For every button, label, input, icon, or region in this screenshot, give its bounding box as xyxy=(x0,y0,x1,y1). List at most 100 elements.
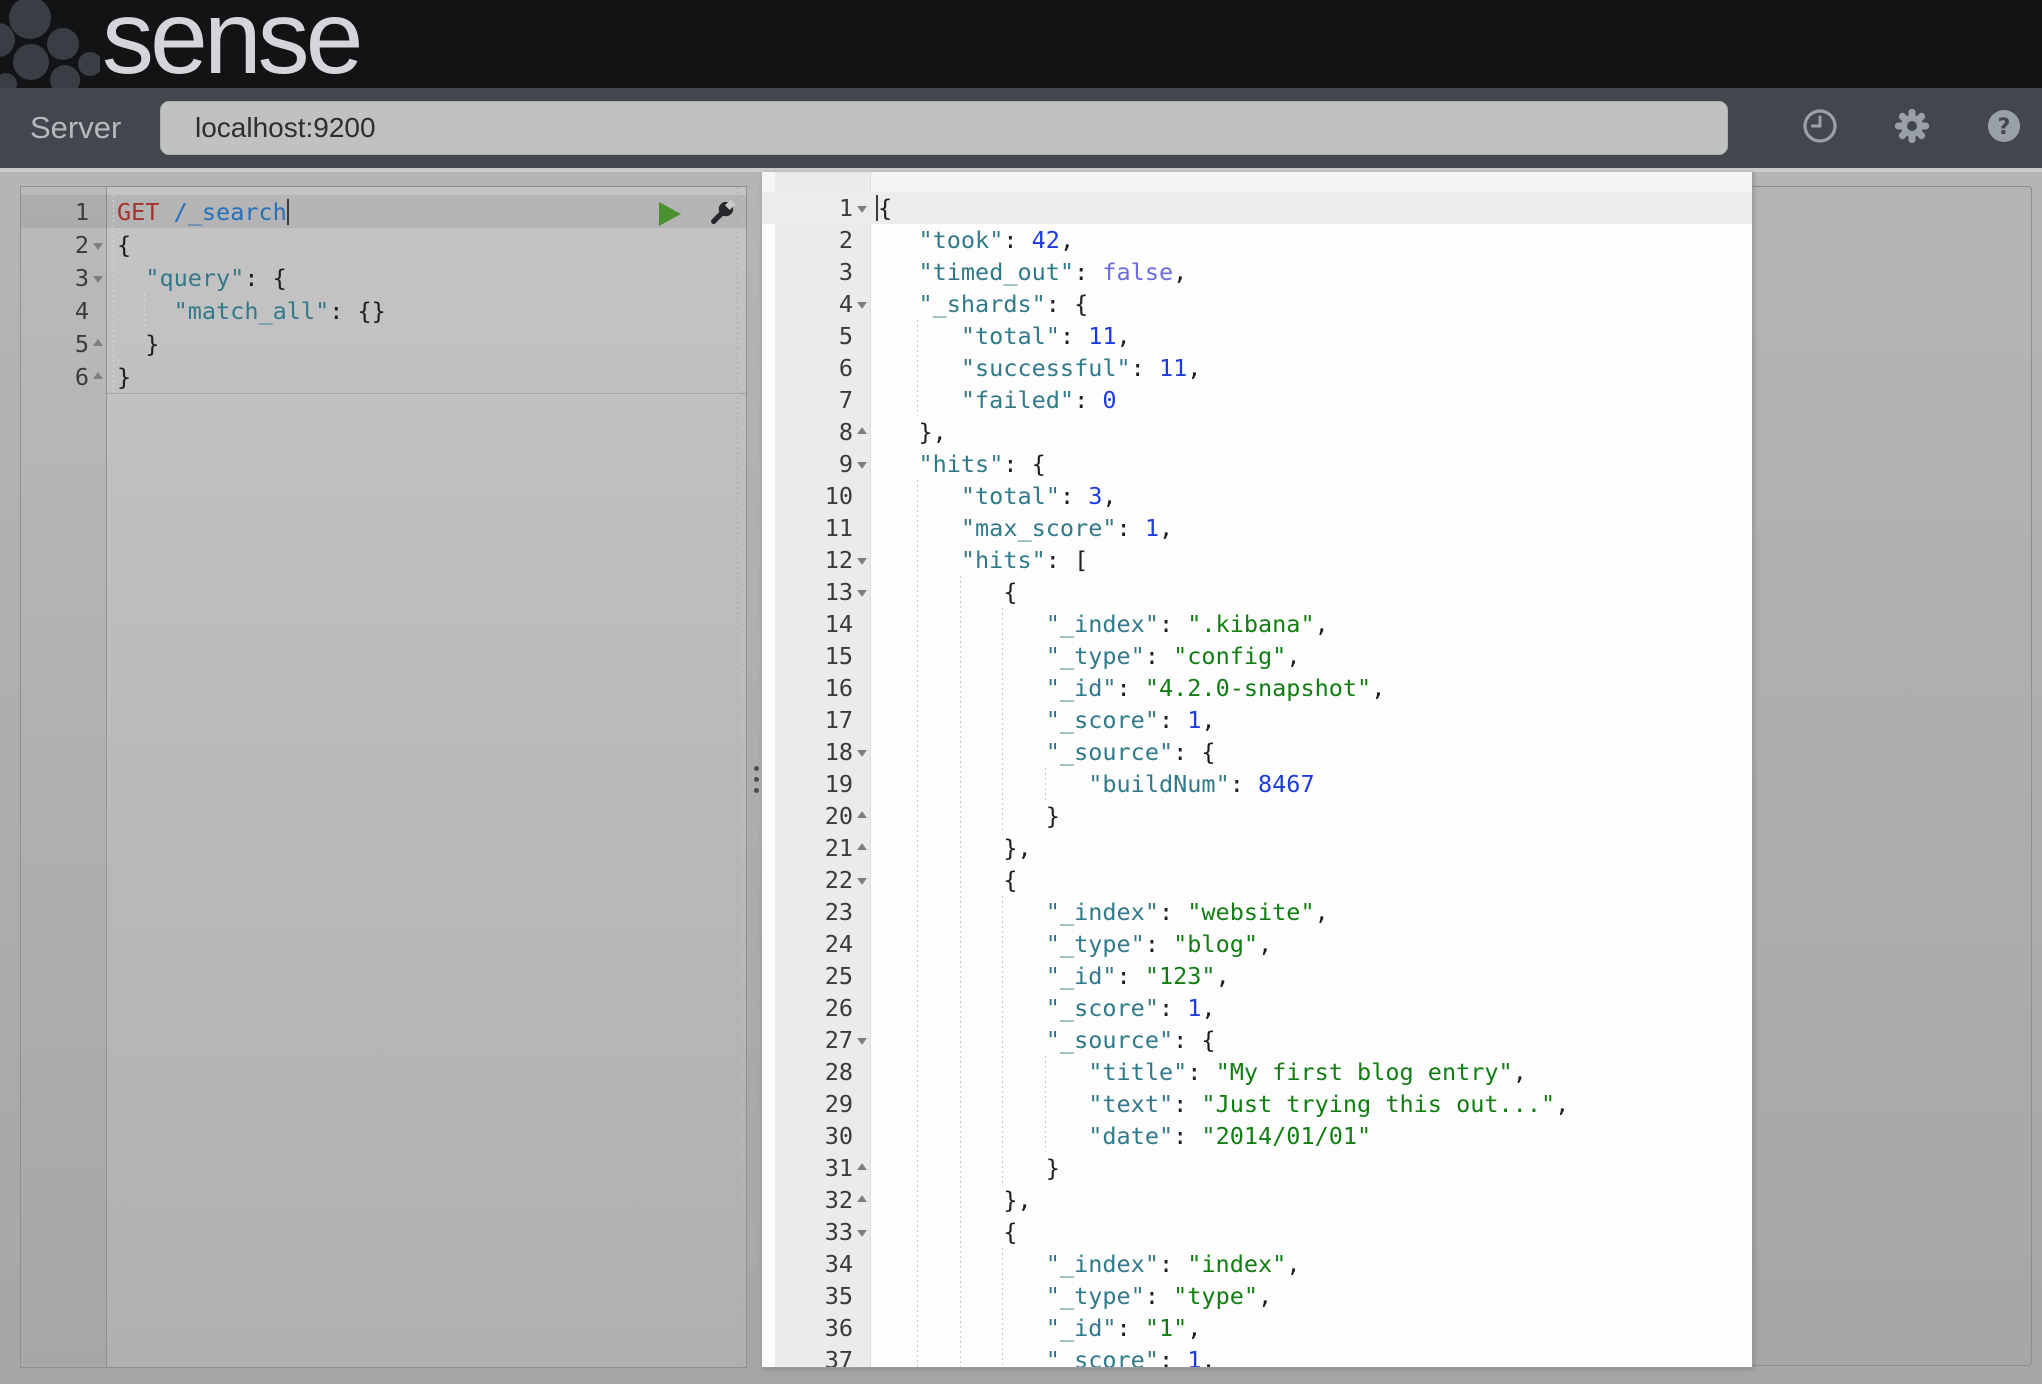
code-text: "_type": "blog", xyxy=(871,930,1272,958)
line-number: 28 xyxy=(775,1058,853,1086)
line-number: 26 xyxy=(775,994,853,1022)
request-editor[interactable]: 1GET /_search2{3 "query": {4 "match_all"… xyxy=(20,186,747,1368)
code-text: "_score": 1, xyxy=(871,706,1216,734)
code-line: 13 { xyxy=(762,576,1752,608)
code-text: "timed_out": false, xyxy=(871,258,1187,286)
code-line: 26 "_score": 1, xyxy=(762,992,1752,1024)
line-number: 20 xyxy=(775,802,853,830)
code-text: "match_all": {} xyxy=(107,297,386,325)
code-text: } xyxy=(107,363,131,391)
code-line: 22 { xyxy=(762,864,1752,896)
line-number: 10 xyxy=(775,482,853,510)
line-number: 35 xyxy=(775,1282,853,1310)
line-number: 4 xyxy=(21,297,89,325)
toolbar: Server xyxy=(0,88,2042,172)
code-line: 8 }, xyxy=(762,416,1752,448)
line-number: 30 xyxy=(775,1122,853,1150)
code-text: { xyxy=(871,1218,1017,1246)
code-text: { xyxy=(871,578,1017,606)
code-line: 1{ xyxy=(762,192,1752,224)
line-number: 5 xyxy=(21,330,89,358)
code-text: { xyxy=(871,194,892,222)
line-number: 14 xyxy=(775,610,853,638)
app-logo: sense xyxy=(102,0,360,88)
code-text: "_type": "type", xyxy=(871,1282,1272,1310)
line-number: 25 xyxy=(775,962,853,990)
line-number: 27 xyxy=(775,1026,853,1054)
code-line: 23 "_index": "website", xyxy=(762,896,1752,928)
server-input[interactable] xyxy=(160,101,1728,155)
code-line: 11 "max_score": 1, xyxy=(762,512,1752,544)
code-text: "_id": "123", xyxy=(871,962,1230,990)
response-editor[interactable]: 1{2 "took": 42,3 "timed_out": false,4 "_… xyxy=(762,172,1753,1368)
main-area: 1GET /_search2{3 "query": {4 "match_all"… xyxy=(0,172,2042,1384)
code-line: 4 "_shards": { xyxy=(762,288,1752,320)
sense-app: sense Server xyxy=(0,0,2042,1384)
code-line: 3 "timed_out": false, xyxy=(762,256,1752,288)
history-button[interactable] xyxy=(1800,108,1840,148)
code-line: 5 } xyxy=(21,327,746,360)
code-line: 10 "total": 3, xyxy=(762,480,1752,512)
code-line: 15 "_type": "config", xyxy=(762,640,1752,672)
code-text: "failed": 0 xyxy=(871,386,1117,414)
line-number: 34 xyxy=(775,1250,853,1278)
panel-resize-handle[interactable] xyxy=(751,766,761,793)
code-text: "_source": { xyxy=(871,1026,1216,1054)
code-text: "total": 3, xyxy=(871,482,1117,510)
code-text: "_type": "config", xyxy=(871,642,1300,670)
request-options-button[interactable] xyxy=(706,199,736,229)
help-button[interactable]: ? xyxy=(1984,108,2024,148)
line-number: 21 xyxy=(775,834,853,862)
code-text: "hits": { xyxy=(871,450,1046,478)
code-line: 34 "_index": "index", xyxy=(762,1248,1752,1280)
line-number: 1 xyxy=(21,198,89,226)
request-actions xyxy=(654,199,736,229)
line-number: 36 xyxy=(775,1314,853,1342)
line-number: 18 xyxy=(775,738,853,766)
code-line: 29 "text": "Just trying this out...", xyxy=(762,1088,1752,1120)
line-number: 32 xyxy=(775,1186,853,1214)
code-line: 25 "_id": "123", xyxy=(762,960,1752,992)
line-number: 22 xyxy=(775,866,853,894)
code-line: 16 "_id": "4.2.0-snapshot", xyxy=(762,672,1752,704)
code-text: "_id": "1", xyxy=(871,1314,1201,1342)
line-number: 24 xyxy=(775,930,853,958)
code-line: 4 "match_all": {} xyxy=(21,294,746,327)
code-line: 12 "hits": [ xyxy=(762,544,1752,576)
line-number: 3 xyxy=(775,258,853,286)
code-text: }, xyxy=(871,1186,1032,1214)
play-icon xyxy=(654,199,684,229)
code-line: 32 }, xyxy=(762,1184,1752,1216)
code-line: 28 "title": "My first blog entry", xyxy=(762,1056,1752,1088)
code-text: "_source": { xyxy=(871,738,1216,766)
line-number: 29 xyxy=(775,1090,853,1118)
code-line: 19 "buildNum": 8467 xyxy=(762,768,1752,800)
code-text: "query": { xyxy=(107,264,287,292)
code-text: }, xyxy=(871,834,1032,862)
code-line: 9 "hits": { xyxy=(762,448,1752,480)
code-text: "_score": 1, xyxy=(871,994,1216,1022)
line-number: 13 xyxy=(775,578,853,606)
code-text: "hits": [ xyxy=(871,546,1088,574)
line-number: 33 xyxy=(775,1218,853,1246)
code-text: "text": "Just trying this out...", xyxy=(871,1090,1569,1118)
code-line: 33 { xyxy=(762,1216,1752,1248)
help-icon: ? xyxy=(1985,107,2023,150)
settings-button[interactable] xyxy=(1892,108,1932,148)
code-text: GET /_search xyxy=(107,198,289,226)
code-line: 31 } xyxy=(762,1152,1752,1184)
code-text: "_id": "4.2.0-snapshot", xyxy=(871,674,1385,702)
toolbar-icons: ? xyxy=(1800,88,2024,168)
code-line: 3 "query": { xyxy=(21,261,746,294)
send-request-button[interactable] xyxy=(654,199,684,229)
code-text: "_index": "index", xyxy=(871,1250,1300,1278)
code-text: "total": 11, xyxy=(871,322,1131,350)
line-number: 11 xyxy=(775,514,853,542)
code-text: "buildNum": 8467 xyxy=(871,770,1315,798)
line-number: 15 xyxy=(775,642,853,670)
code-text: "_index": ".kibana", xyxy=(871,610,1329,638)
line-number: 4 xyxy=(775,290,853,318)
code-text: "max_score": 1, xyxy=(871,514,1173,542)
wrench-icon xyxy=(706,199,736,229)
code-line: 30 "date": "2014/01/01" xyxy=(762,1120,1752,1152)
